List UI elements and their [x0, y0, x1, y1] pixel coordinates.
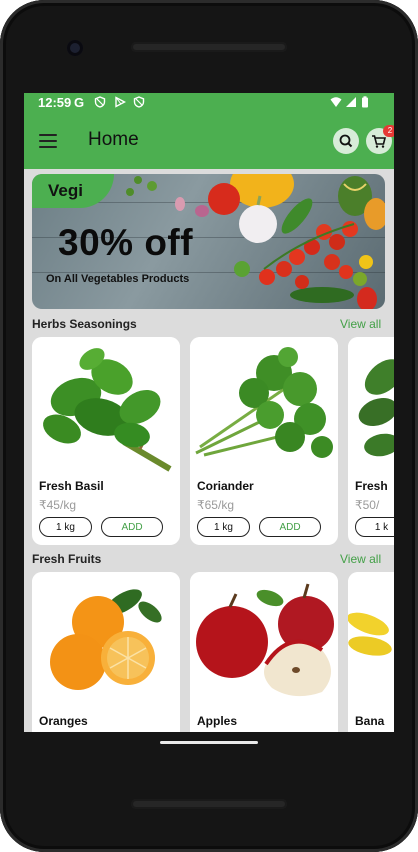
wifi-icon [330, 97, 342, 107]
view-all-herbs-link[interactable]: View all [340, 317, 381, 331]
coriander-image [190, 337, 338, 475]
cart-button[interactable]: 2 [366, 125, 394, 154]
screen: 12:59 G Home 2 Vegi 30% off On All Veget… [24, 93, 394, 732]
product-card-apples[interactable]: Apples [190, 572, 338, 732]
shield-notification-icon-2 [133, 96, 145, 108]
play-store-notification-icon [115, 96, 126, 108]
search-button[interactable] [333, 128, 359, 154]
product-name: Bana [355, 714, 385, 728]
signal-icon [346, 97, 356, 107]
product-price: ₹45/kg [39, 498, 76, 512]
quantity-selector[interactable]: 1 kg [39, 517, 92, 537]
phone-frame: 12:59 G Home 2 Vegi 30% off On All Veget… [0, 0, 418, 852]
product-card-basil[interactable]: Fresh Basil ₹45/kg 1 kg ADD [32, 337, 180, 545]
hamburger-menu-icon[interactable] [36, 129, 60, 153]
product-name: Apples [197, 714, 238, 728]
banner-subtitle: On All Vegetables Products [46, 273, 190, 285]
apples-image [190, 572, 338, 710]
bananas-image [348, 572, 394, 710]
product-price: ₹65/kg [197, 498, 234, 512]
product-name: Coriander [197, 479, 254, 493]
app-bar: Home 2 [24, 113, 394, 169]
earpiece-speaker [131, 42, 287, 52]
front-camera [67, 40, 83, 56]
product-name: Oranges [39, 714, 88, 728]
oranges-image [32, 572, 180, 710]
quantity-selector[interactable]: 1 k [355, 517, 394, 537]
page-title: Home [88, 129, 139, 150]
home-content[interactable]: Vegi 30% off On All Vegetables Products … [24, 169, 394, 732]
product-card-oranges[interactable]: Oranges [32, 572, 180, 732]
banner-discount: 30% off [58, 222, 194, 263]
cart-count-badge: 2 [383, 125, 394, 137]
basil-image [32, 337, 180, 475]
promo-banner[interactable]: Vegi 30% off On All Vegetables Products [32, 174, 385, 309]
status-time: 12:59 [38, 95, 72, 110]
product-name: Fresh [355, 479, 388, 493]
section-title-fruits: Fresh Fruits [32, 552, 102, 566]
view-all-fruits-link[interactable]: View all [340, 552, 381, 566]
quantity-selector[interactable]: 1 kg [197, 517, 250, 537]
product-name: Fresh Basil [39, 479, 104, 493]
status-bar: 12:59 G [24, 93, 394, 113]
product-card-partial[interactable]: Fresh ₹50/ 1 k [348, 337, 394, 545]
search-icon [339, 134, 353, 148]
section-title-herbs: Herbs Seasonings [32, 317, 137, 331]
home-gesture-bar[interactable] [160, 741, 258, 744]
google-notification-icon: G [74, 95, 85, 110]
product-card-coriander[interactable]: Coriander ₹65/kg 1 kg ADD [190, 337, 338, 545]
bottom-speaker [131, 799, 287, 809]
shield-notification-icon [94, 96, 106, 108]
mint-image [348, 337, 394, 475]
add-to-cart-button[interactable]: ADD [259, 517, 321, 537]
product-card-bananas[interactable]: Bana [348, 572, 394, 732]
battery-icon [362, 96, 368, 108]
product-price: ₹50/ [355, 498, 380, 512]
add-to-cart-button[interactable]: ADD [101, 517, 163, 537]
